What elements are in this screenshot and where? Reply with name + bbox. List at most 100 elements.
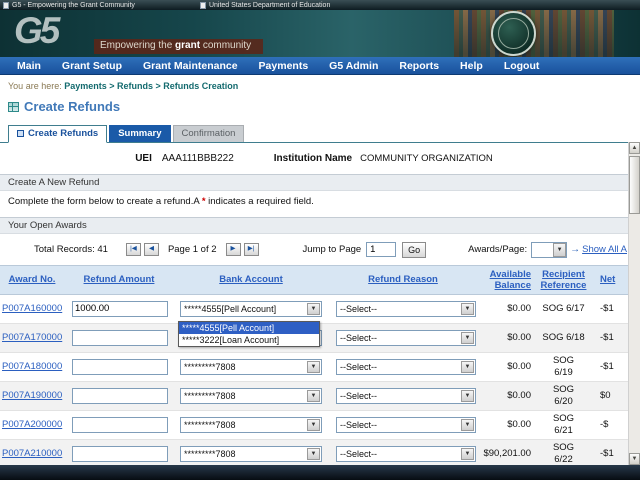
header-available-balance[interactable]: Available Balance: [478, 267, 535, 293]
award-link[interactable]: P007A210000: [2, 448, 62, 459]
last-page-button[interactable]: ▶|: [244, 243, 259, 256]
chevron-down-icon[interactable]: ▼: [307, 361, 320, 373]
recipient-reference: SOG 6/20: [535, 384, 592, 407]
table-header-row: Award No. Refund Amount Bank Account Ref…: [0, 265, 640, 295]
table-row: P007A200000 *********7808 ▼ --Select-- ▼…: [0, 411, 640, 440]
available-balance: $0.00: [478, 330, 535, 345]
available-balance: $0.00: [478, 359, 535, 374]
refund-amount-input[interactable]: [72, 359, 168, 375]
chevron-down-icon[interactable]: ▼: [461, 303, 474, 315]
bank-account-select[interactable]: *********7808 ▼: [180, 446, 322, 462]
g5-logo: G5: [14, 10, 57, 52]
content-area: You are here: Payments > Refunds > Refun…: [0, 75, 640, 469]
awards-per-page-select[interactable]: ▼: [531, 242, 567, 258]
doe-seal-ring: [498, 18, 529, 49]
tab-summary-label: Summary: [118, 129, 161, 139]
refund-reason-select[interactable]: --Select-- ▼: [336, 301, 476, 317]
refund-reason-select[interactable]: --Select-- ▼: [336, 388, 476, 404]
header-award-no[interactable]: Award No.: [0, 272, 64, 287]
refund-amount-input[interactable]: [72, 301, 168, 317]
chevron-down-icon[interactable]: ▼: [461, 332, 474, 344]
bank-account-select[interactable]: *********7808 ▼: [180, 359, 322, 375]
refund-amount-input[interactable]: [72, 330, 168, 346]
breadcrumb-prefix: You are here:: [8, 81, 62, 91]
main-nav: Main Grant Setup Grant Maintenance Payme…: [0, 57, 640, 75]
prev-page-button[interactable]: ◀: [144, 243, 159, 256]
awards-per-page-apply-icon[interactable]: →: [570, 244, 580, 255]
refund-reason-value: --Select--: [337, 362, 377, 372]
tab-confirmation[interactable]: Confirmation: [173, 125, 245, 142]
chevron-down-icon[interactable]: ▼: [307, 390, 320, 402]
bank-account-select[interactable]: *********7808 ▼: [180, 388, 322, 404]
tab-summary[interactable]: Summary: [109, 125, 170, 142]
next-page-button[interactable]: ▶: [226, 243, 241, 256]
site-title-group: United States Department of Education: [200, 2, 330, 9]
refund-reason-select[interactable]: --Select-- ▼: [336, 446, 476, 462]
jump-to-page-input[interactable]: [366, 242, 396, 257]
nav-g5-admin[interactable]: G5 Admin: [329, 60, 378, 72]
recipient-reference: SOG 6/19: [535, 355, 592, 378]
vertical-scrollbar[interactable]: ▲ ▼: [628, 142, 640, 465]
document-icon: [200, 2, 206, 9]
institution-row: UEI AAA111BBB222 Institution Name COMMUN…: [0, 143, 640, 164]
refund-amount-input[interactable]: [72, 417, 168, 433]
scroll-down-icon[interactable]: ▼: [629, 453, 640, 465]
nav-help[interactable]: Help: [460, 60, 483, 72]
bank-account-value: *********7808: [181, 362, 236, 372]
available-balance: $0.00: [478, 301, 535, 316]
grid-icon: [8, 102, 19, 112]
refund-amount-input[interactable]: [72, 446, 168, 462]
dropdown-option-pell[interactable]: *****4555[Pell Account]: [179, 322, 319, 334]
tab-bar: Create Refunds Summary Confirmation: [0, 125, 640, 143]
refund-amount-input[interactable]: [72, 388, 168, 404]
scrollbar-track[interactable]: [629, 154, 640, 453]
chevron-down-icon[interactable]: ▼: [461, 390, 474, 402]
first-page-button[interactable]: |◀: [126, 243, 141, 256]
scrollbar-thumb[interactable]: [629, 156, 640, 214]
scroll-up-icon[interactable]: ▲: [629, 142, 640, 154]
bank-account-select[interactable]: *********7808 ▼: [180, 417, 322, 433]
chevron-down-icon[interactable]: ▼: [307, 448, 320, 460]
breadcrumb-path[interactable]: Payments > Refunds > Refunds Creation: [64, 81, 238, 91]
award-link[interactable]: P007A180000: [2, 361, 62, 372]
award-link[interactable]: P007A160000: [2, 303, 62, 314]
tagline-pre: Empowering the: [100, 40, 175, 51]
window-titlebar: G5 - Empowering the Grant Community Unit…: [0, 0, 640, 10]
nav-reports[interactable]: Reports: [399, 60, 439, 72]
tab-create-refunds[interactable]: Create Refunds: [8, 125, 107, 143]
nav-main[interactable]: Main: [17, 60, 41, 72]
jump-to-page-label: Jump to Page: [303, 244, 362, 255]
show-all-awards-link[interactable]: Show All A: [582, 244, 627, 255]
refund-reason-value: --Select--: [337, 333, 377, 343]
nav-grant-setup[interactable]: Grant Setup: [62, 60, 122, 72]
award-link[interactable]: P007A190000: [2, 390, 62, 401]
nav-payments[interactable]: Payments: [259, 60, 309, 72]
bank-account-select[interactable]: *****4555[Pell Account] ▼: [180, 301, 322, 317]
recipient-reference: SOG 6/22: [535, 442, 592, 465]
nav-logout[interactable]: Logout: [504, 60, 540, 72]
refund-reason-select[interactable]: --Select-- ▼: [336, 330, 476, 346]
chevron-down-icon[interactable]: ▼: [461, 448, 474, 460]
award-link[interactable]: P007A170000: [2, 332, 62, 343]
bank-account-value: *****4555[Pell Account]: [181, 304, 276, 314]
refund-reason-select[interactable]: --Select-- ▼: [336, 417, 476, 433]
dropdown-option-loan[interactable]: *****3222[Loan Account]: [179, 334, 319, 346]
window-title: G5 - Empowering the Grant Community: [12, 2, 135, 9]
go-button[interactable]: Go: [402, 242, 426, 258]
table-row: P007A190000 *********7808 ▼ --Select-- ▼…: [0, 382, 640, 411]
header-refund-reason[interactable]: Refund Reason: [328, 272, 478, 287]
chevron-down-icon[interactable]: ▼: [307, 303, 320, 315]
header-refund-amount[interactable]: Refund Amount: [64, 272, 174, 287]
nav-grant-maintenance[interactable]: Grant Maintenance: [143, 60, 238, 72]
recipient-reference: SOG 6/21: [535, 413, 592, 436]
chevron-down-icon[interactable]: ▼: [307, 419, 320, 431]
header-bank-account[interactable]: Bank Account: [174, 272, 328, 287]
award-link[interactable]: P007A200000: [2, 419, 62, 430]
chevron-down-icon[interactable]: ▼: [553, 243, 566, 257]
tagline-post: community: [200, 40, 251, 51]
instruction-pre: Complete the form below to create a refu…: [8, 196, 202, 207]
chevron-down-icon[interactable]: ▼: [461, 361, 474, 373]
refund-reason-select[interactable]: --Select-- ▼: [336, 359, 476, 375]
chevron-down-icon[interactable]: ▼: [461, 419, 474, 431]
header-recipient-reference[interactable]: Recipient Reference: [535, 267, 592, 293]
